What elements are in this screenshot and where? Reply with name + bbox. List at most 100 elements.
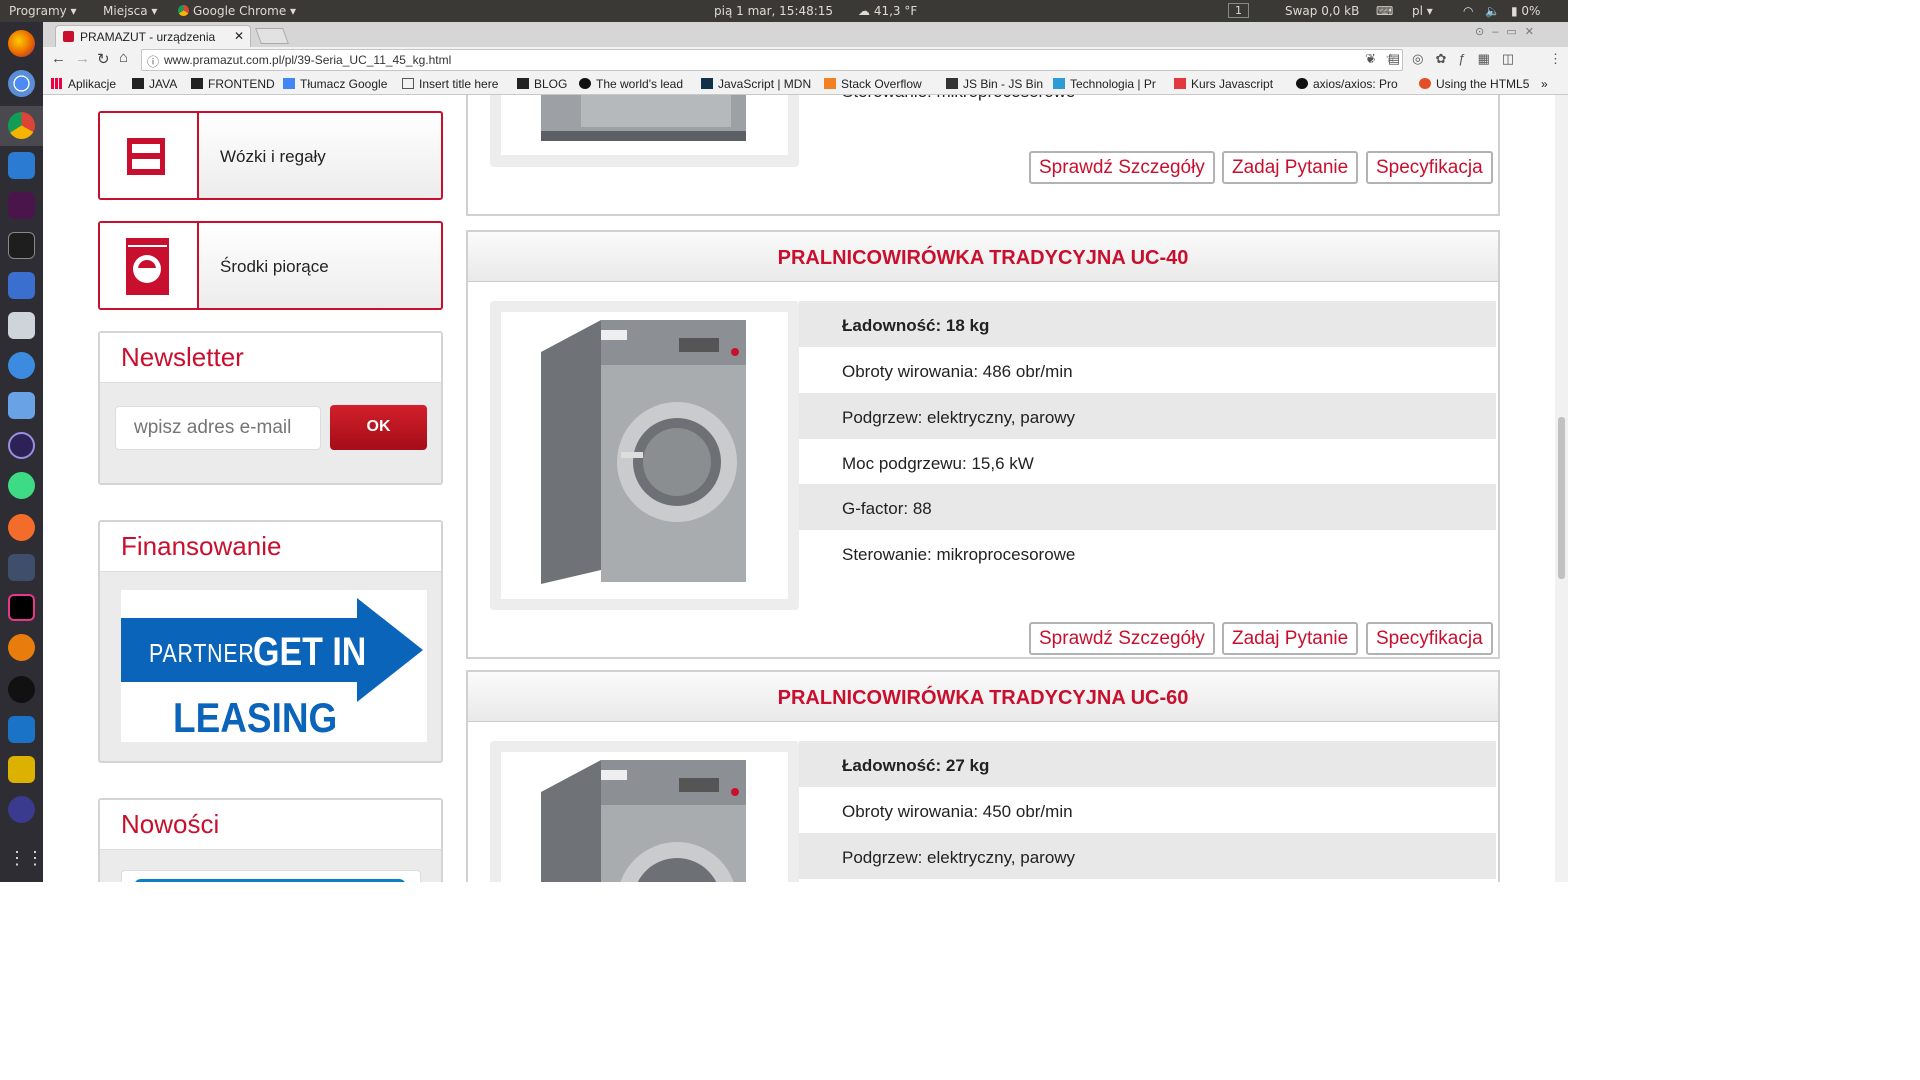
product-image[interactable]: [501, 752, 788, 882]
extension-icons[interactable]: ❦▤◎✿ƒ▦◫: [1365, 51, 1526, 67]
bookmark-technologia[interactable]: Technologia | Pr: [1053, 77, 1163, 91]
swap-indicator[interactable]: Swap 0,0 kB: [1285, 4, 1359, 18]
code-editor-icon[interactable]: [8, 554, 35, 581]
web-page: Wózki i regały Środki piorące Newsletter…: [43, 95, 1555, 882]
eclipse-icon[interactable]: [8, 432, 35, 459]
category-detergents-link[interactable]: Środki piorące: [98, 221, 443, 310]
bookmark-java[interactable]: JAVA: [132, 77, 177, 91]
bookmark-stackoverflow[interactable]: Stack Overflow: [824, 77, 936, 91]
typora-icon[interactable]: [8, 716, 35, 743]
product-title[interactable]: PRALNICOWIRÓWKA TRADYCYJNA UC-60: [468, 672, 1498, 722]
bookmark-github[interactable]: The world's lead: [579, 77, 689, 91]
newsletter-title: Newsletter: [100, 333, 441, 383]
new-tab-button[interactable]: [255, 28, 289, 44]
bookmarks-bar: Aplikacje JAVA FRONTEND Tłumacz Google I…: [43, 73, 1568, 95]
keyboard-icon[interactable]: ⌨: [1376, 4, 1393, 18]
volume-icon[interactable]: 🔈: [1485, 4, 1500, 18]
spec-row: G-factor: 88: [799, 484, 1496, 530]
washer-photo: [541, 95, 746, 141]
app-menu[interactable]: Google Chrome ▾: [178, 4, 296, 18]
address-bar[interactable]: ⓘ www.pramazut.com.pl/pl/39-Seria_UC_11_…: [141, 49, 1403, 71]
product-card: PRALNICOWIRÓWKA TRADYCYJNA UC-60 Ładowno…: [466, 670, 1500, 882]
drive-icon[interactable]: [8, 312, 35, 339]
forward-icon[interactable]: →: [75, 50, 90, 67]
menu-icon[interactable]: ⋮: [1549, 51, 1562, 67]
bookmark-axios[interactable]: axios/axios: Pro: [1296, 77, 1408, 91]
newsletter-ok-button[interactable]: OK: [330, 405, 427, 450]
spec-row: Podgrzew: elektryczny, parowy: [799, 833, 1496, 879]
newsletter-email-input[interactable]: [115, 406, 321, 450]
chromium-icon[interactable]: [8, 70, 35, 97]
url-text: www.pramazut.com.pl/pl/39-Seria_UC_11_45…: [164, 53, 452, 67]
android-studio-icon[interactable]: [8, 472, 35, 499]
spec-row: Ładowność: 27 kg: [799, 741, 1496, 787]
browser-tab-strip: PRAMAZUT - urządzenia ✕ ⊙–▭✕: [43, 22, 1568, 47]
details-button[interactable]: Sprawdź Szczegóły: [1029, 151, 1215, 184]
specification-button[interactable]: Specyfikacja: [1366, 151, 1493, 184]
vscode-icon[interactable]: [8, 152, 35, 179]
places-menu[interactable]: Miejsca ▾: [103, 4, 157, 18]
ask-question-button[interactable]: Zadaj Pytanie: [1222, 151, 1359, 184]
specification-button[interactable]: Specyfikacja: [1366, 622, 1493, 655]
inkscape-icon[interactable]: [8, 676, 35, 703]
system-top-bar: Programy ▾ Miejsca ▾ Google Chrome ▾ pią…: [0, 0, 1568, 22]
virtualbox-icon[interactable]: [8, 392, 35, 419]
bookmark-blog[interactable]: BLOG: [517, 77, 567, 91]
bookmark-insert-title[interactable]: Insert title here: [402, 77, 498, 91]
info-icon: ⓘ: [147, 55, 160, 69]
thunderbird-icon[interactable]: [8, 352, 35, 379]
sublime-icon[interactable]: [8, 756, 35, 783]
document-icon[interactable]: [8, 272, 35, 299]
product-image[interactable]: [501, 95, 788, 155]
translate-icon: [283, 78, 295, 89]
details-button[interactable]: Sprawdź Szczegóły: [1029, 622, 1215, 655]
washing-machine-icon: [100, 223, 199, 308]
window-controls[interactable]: ⊙–▭✕: [1475, 25, 1542, 38]
bookmark-translate[interactable]: Tłumacz Google: [283, 77, 387, 91]
slack-icon[interactable]: [8, 192, 35, 219]
chrome-icon: [178, 5, 189, 16]
show-apps-icon[interactable]: ⋮⋮: [8, 848, 44, 875]
programs-menu[interactable]: Programy ▾: [9, 4, 77, 18]
bookmark-jsbin[interactable]: JS Bin - JS Bin: [946, 77, 1043, 91]
bookmark-mdn[interactable]: JavaScript | MDN: [701, 77, 811, 91]
language-indicator[interactable]: pl ▾: [1412, 4, 1433, 18]
browser-tab[interactable]: PRAMAZUT - urządzenia ✕: [55, 25, 251, 47]
battery-indicator[interactable]: ▮ 0%: [1511, 4, 1540, 18]
bootstrap-studio-icon[interactable]: [8, 796, 35, 823]
leasing-banner[interactable]: PARTNER GET IN LEASING: [121, 590, 427, 742]
close-tab-icon[interactable]: ✕: [234, 29, 244, 43]
product-image-frame: [490, 95, 799, 167]
weather-indicator[interactable]: ☁ 41,3 °F: [858, 4, 917, 18]
home-icon[interactable]: ⌂: [119, 49, 128, 66]
google-chrome-icon[interactable]: [8, 112, 35, 139]
ask-question-button[interactable]: Zadaj Pytanie: [1222, 622, 1359, 655]
newsletter-box: Newsletter OK: [98, 331, 443, 485]
news-item-card[interactable]: [121, 870, 421, 882]
clock[interactable]: pią 1 mar, 15:48:15: [714, 4, 833, 18]
bookmark-apps[interactable]: Aplikacje: [51, 77, 116, 91]
back-icon[interactable]: ←: [51, 50, 66, 67]
page-scrollbar[interactable]: [1555, 95, 1568, 882]
app-launcher: ⋮⋮: [0, 22, 44, 882]
leasing-getin-text: GET IN: [253, 630, 367, 674]
category-carts-link[interactable]: Wózki i regały: [98, 111, 443, 200]
scrollbar-thumb[interactable]: [1558, 417, 1565, 579]
bookmark-frontend[interactable]: FRONTEND: [191, 77, 275, 91]
product-image[interactable]: [501, 312, 788, 599]
category-label: Środki piorące: [220, 257, 329, 276]
blender-icon[interactable]: [8, 634, 35, 661]
product-title[interactable]: PRALNICOWIRÓWKA TRADYCYJNA UC-40: [468, 232, 1498, 282]
bookmarks-overflow[interactable]: »: [1541, 77, 1548, 91]
bookmark-kurs-js[interactable]: Kurs Javascript: [1174, 77, 1284, 91]
folder-icon: [191, 78, 203, 89]
firefox-icon[interactable]: [8, 30, 35, 57]
bookmark-html5[interactable]: Using the HTML5: [1419, 77, 1529, 91]
wifi-icon[interactable]: ◠: [1463, 4, 1473, 18]
terminal-icon[interactable]: [8, 232, 35, 259]
news-box: Nowości: [98, 798, 443, 882]
postman-icon[interactable]: [8, 514, 35, 541]
intellij-icon[interactable]: [8, 594, 35, 621]
workspace-indicator[interactable]: 1: [1228, 3, 1249, 18]
reload-icon[interactable]: ↻: [97, 50, 110, 68]
